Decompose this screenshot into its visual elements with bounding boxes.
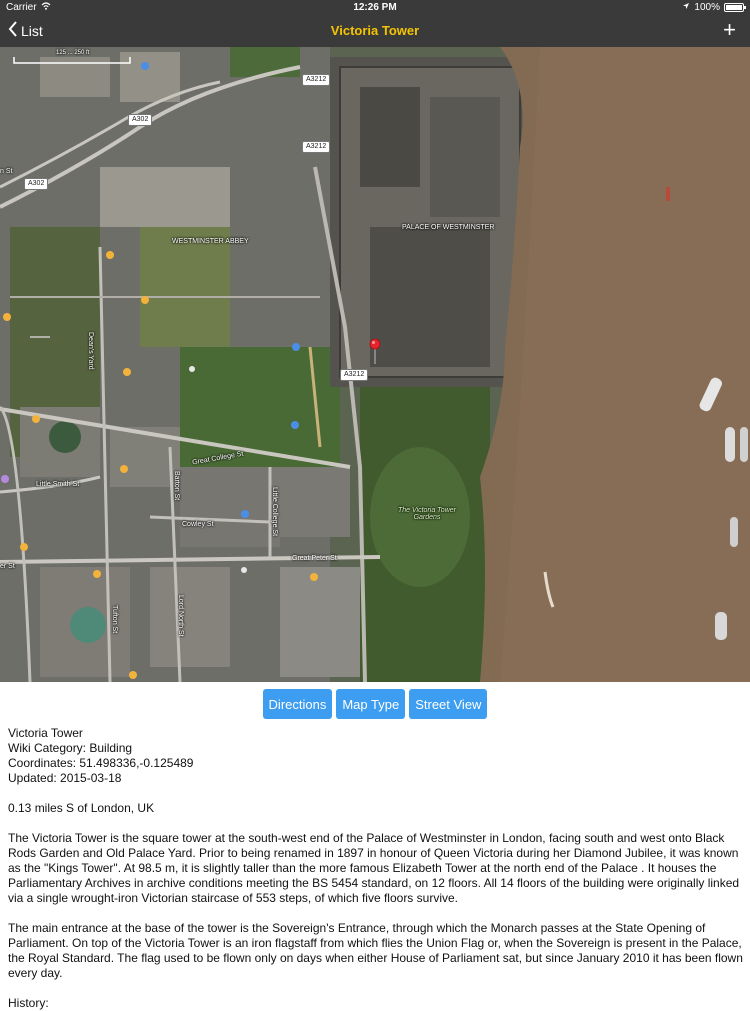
map-label-tufton-st: Tufton St (111, 605, 118, 634)
place-category: Wiki Category: Building (8, 741, 133, 755)
status-bar: Carrier 12:26 PM 100% (0, 0, 750, 16)
map-label-deans-yard: Dean's Yard (87, 332, 94, 370)
place-updated: Updated: 2015-03-18 (8, 771, 122, 785)
battery-percent: 100% (694, 2, 720, 13)
satellite-imagery (0, 47, 750, 682)
map-type-button[interactable]: Map Type (336, 689, 406, 719)
map-label-little-college-st: Little College St (271, 487, 278, 537)
nav-bar: List Victoria Tower + (0, 16, 750, 47)
map-scale-label: 125 ... 250 ft (56, 50, 90, 56)
directions-button[interactable]: Directions (262, 689, 333, 719)
map-label-barton-st: Barton St (173, 471, 180, 501)
road-shield-a302: A302 (24, 178, 49, 190)
add-button[interactable]: + (723, 18, 736, 42)
description-paragraph-2: The main entrance at the base of the tow… (8, 921, 743, 980)
road-shield-a3212: A3212 (302, 141, 331, 153)
map-label-great-peter-st: Great Peter St (292, 555, 337, 562)
street-view-button[interactable]: Street View (409, 689, 488, 719)
map-label-left-st-2: er St (0, 563, 15, 570)
map-label-lord-north-st: Lord North St (177, 595, 184, 637)
map-label-left-st-1: n St (0, 168, 13, 175)
road-shield-a3212: A3212 (340, 369, 369, 381)
place-info: Victoria Tower Wiki Category: Building C… (8, 726, 744, 1011)
map-view[interactable]: 125 ... 250 ft WESTMINSTER ABBEY PALACE … (0, 47, 750, 682)
place-name: Victoria Tower (8, 726, 83, 740)
road-shield-a3212: A3212 (302, 74, 331, 86)
description-paragraph-1: The Victoria Tower is the square tower a… (8, 831, 740, 905)
place-distance: 0.13 miles S of London, UK (8, 801, 155, 815)
location-pin-icon[interactable] (369, 338, 381, 364)
location-arrow-icon (682, 2, 690, 13)
map-label-westminster-abbey: WESTMINSTER ABBEY (172, 238, 249, 245)
status-time: 12:26 PM (353, 2, 397, 13)
map-label-little-smith-st: Little Smith St (36, 481, 80, 488)
road-shield-a302: A302 (128, 114, 153, 126)
history-label: History: (8, 996, 49, 1010)
page-title: Victoria Tower (330, 23, 420, 38)
map-label-cowley-st: Cowley St (182, 521, 214, 528)
action-buttons: Directions Map Type Street View (0, 689, 750, 719)
place-coordinates: Coordinates: 51.498336,-0.125489 (8, 756, 194, 770)
battery-icon (724, 3, 746, 12)
map-label-palace-of-westminster: PALACE OF WESTMINSTER (402, 224, 495, 231)
map-label-victoria-tower-gardens: The Victoria Tower Gardens (398, 507, 456, 521)
